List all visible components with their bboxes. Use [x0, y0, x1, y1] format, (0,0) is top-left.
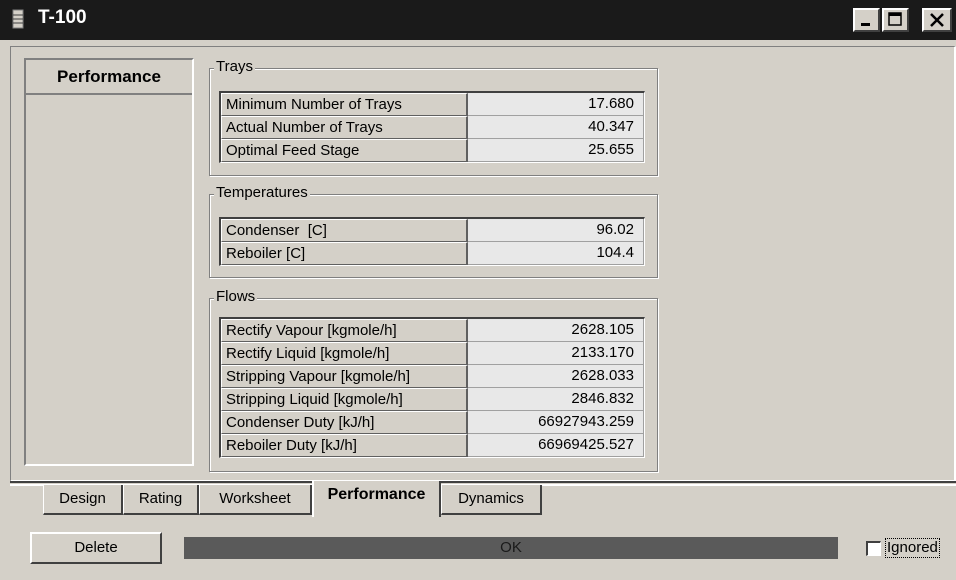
trays-group: Trays Minimum Number of Trays 17.680 Act…	[209, 58, 658, 176]
column-icon	[12, 9, 24, 29]
page-list-heading: Performance	[26, 60, 192, 95]
table-row[interactable]: Condenser Duty [kJ/h] 66927943.259	[221, 411, 644, 434]
row-value[interactable]: 104.4	[468, 242, 644, 265]
row-label: Reboiler Duty [kJ/h]	[221, 434, 468, 457]
maximize-icon	[888, 12, 902, 26]
row-label: Minimum Number of Trays	[221, 93, 468, 116]
trays-grid: Minimum Number of Trays 17.680 Actual Nu…	[219, 91, 645, 163]
row-label: Condenser [C]	[221, 219, 468, 242]
row-label: Optimal Feed Stage	[221, 139, 468, 162]
ignored-label[interactable]: Ignored	[885, 538, 940, 558]
tab-worksheet[interactable]: Worksheet	[199, 485, 312, 515]
temperatures-group: Temperatures Condenser [C] 96.02 Reboile…	[209, 184, 658, 278]
table-row[interactable]: Reboiler [C] 104.4	[221, 242, 644, 265]
row-value[interactable]: 2133.170	[468, 342, 644, 365]
row-label: Rectify Vapour [kgmole/h]	[221, 319, 468, 342]
close-button[interactable]	[922, 8, 952, 32]
maximize-button[interactable]	[882, 8, 909, 32]
flows-group: Flows Rectify Vapour [kgmole/h] 2628.105…	[209, 288, 658, 472]
page-list[interactable]: Performance	[24, 58, 194, 466]
row-label: Rectify Liquid [kgmole/h]	[221, 342, 468, 365]
tab-design[interactable]: Design	[43, 485, 123, 515]
table-row[interactable]: Stripping Vapour [kgmole/h] 2628.033	[221, 365, 644, 388]
table-row[interactable]: Optimal Feed Stage 25.655	[221, 139, 644, 162]
row-value[interactable]: 2628.033	[468, 365, 644, 388]
row-value[interactable]: 40.347	[468, 116, 644, 139]
temperatures-group-label: Temperatures	[214, 184, 310, 201]
trays-group-label: Trays	[214, 58, 255, 75]
table-row[interactable]: Minimum Number of Trays 17.680	[221, 93, 644, 116]
row-label: Stripping Liquid [kgmole/h]	[221, 388, 468, 411]
table-row[interactable]: Rectify Vapour [kgmole/h] 2628.105	[221, 319, 644, 342]
table-row[interactable]: Reboiler Duty [kJ/h] 66969425.527	[221, 434, 644, 457]
flows-grid: Rectify Vapour [kgmole/h] 2628.105 Recti…	[219, 317, 645, 458]
flows-group-label: Flows	[214, 288, 258, 305]
table-row[interactable]: Rectify Liquid [kgmole/h] 2133.170	[221, 342, 644, 365]
delete-button[interactable]: Delete	[30, 532, 162, 564]
row-value[interactable]: 66927943.259	[468, 411, 644, 434]
row-value[interactable]: 25.655	[468, 139, 644, 162]
table-row[interactable]: Stripping Liquid [kgmole/h] 2846.832	[221, 388, 644, 411]
table-row[interactable]: Actual Number of Trays 40.347	[221, 116, 644, 139]
table-row[interactable]: Condenser [C] 96.02	[221, 219, 644, 242]
tab-strip-shadow	[10, 481, 956, 483]
window-title: T-100	[38, 7, 87, 28]
minimize-icon	[861, 23, 870, 26]
tab-rating[interactable]: Rating	[123, 485, 199, 515]
tab-performance[interactable]: Performance	[312, 481, 441, 517]
row-label: Reboiler [C]	[221, 242, 468, 265]
row-label: Stripping Vapour [kgmole/h]	[221, 365, 468, 388]
row-value[interactable]: 2846.832	[468, 388, 644, 411]
status-bar: OK	[184, 537, 838, 559]
tab-dynamics[interactable]: Dynamics	[441, 485, 542, 515]
row-value[interactable]: 66969425.527	[468, 434, 644, 457]
ignored-checkbox[interactable]	[866, 541, 881, 556]
row-value[interactable]: 17.680	[468, 93, 644, 116]
close-icon	[930, 13, 944, 27]
temperatures-grid: Condenser [C] 96.02 Reboiler [C] 104.4	[219, 217, 645, 266]
minimize-button[interactable]	[853, 8, 880, 32]
row-value[interactable]: 96.02	[468, 219, 644, 242]
row-label: Condenser Duty [kJ/h]	[221, 411, 468, 434]
row-value[interactable]: 2628.105	[468, 319, 644, 342]
title-bar[interactable]: T-100	[0, 0, 956, 40]
row-label: Actual Number of Trays	[221, 116, 468, 139]
